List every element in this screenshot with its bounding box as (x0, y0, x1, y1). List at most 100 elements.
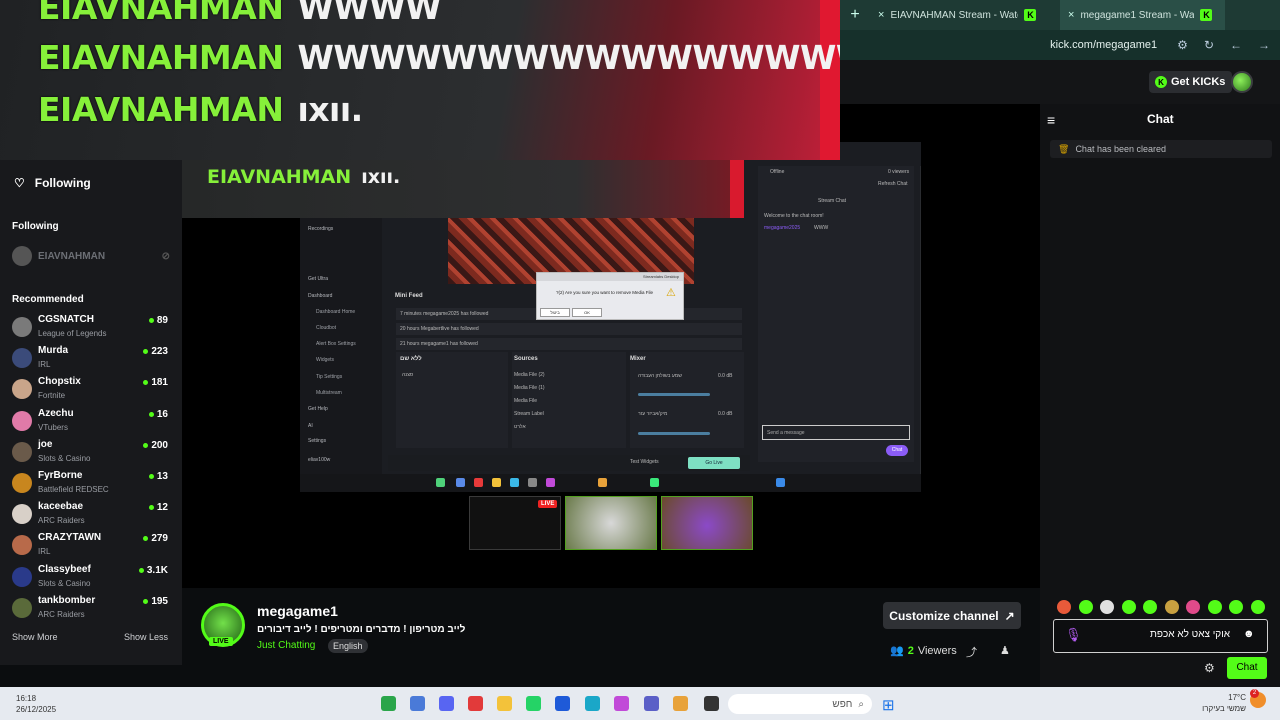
channel-name: Azechu (38, 407, 74, 419)
streamlabs-icon[interactable] (381, 696, 396, 711)
stream-thumbnail[interactable] (565, 496, 657, 550)
sources-title: Sources (514, 356, 538, 362)
send-chat-button[interactable]: Chat (1227, 657, 1267, 679)
back-icon[interactable]: ← (1230, 38, 1242, 52)
user-avatar[interactable] (1231, 71, 1253, 93)
emote-icon[interactable] (1057, 600, 1071, 614)
mixer-slider (638, 432, 710, 435)
language-tag[interactable]: English (328, 639, 368, 653)
follow-icon[interactable]: ♟ (1000, 644, 1010, 657)
taskbar-search[interactable]: חפש ⌕ (728, 694, 872, 714)
close-tab-icon[interactable]: × (1068, 9, 1074, 21)
category-link[interactable]: Just Chatting (257, 640, 315, 651)
tab-megagame1[interactable]: × megagame1 Stream - Watch Live on Kick … (1060, 0, 1225, 30)
channel-name: Classybeef (38, 563, 91, 575)
channel-name: EIAVNAHMAN (38, 250, 106, 262)
feed-time: 21 hours (400, 341, 420, 347)
whatsapp-icon[interactable] (526, 696, 541, 711)
recommended-channel[interactable]: Azechu VTubers 16 (12, 408, 170, 436)
file-explorer-icon[interactable] (497, 696, 512, 711)
search-icon: ⌕ (858, 698, 864, 710)
collapse-chat-icon[interactable]: ≡ (1047, 112, 1055, 128)
chat-cleared-notice: 🗑 Chat has been cleared (1050, 140, 1272, 158)
kicks-coin-icon: K (1155, 76, 1167, 88)
dialog-title: Streamlabs Desktop (537, 273, 683, 281)
channel-name: CGSNATCH (38, 314, 94, 325)
following-nav-item[interactable]: ♡ Following (14, 176, 91, 190)
recommended-channel[interactable]: joe Slots & Casino 200 (12, 439, 170, 467)
chrome-profile-icon[interactable] (410, 696, 425, 711)
live-dot-icon (143, 536, 149, 542)
channel-category: Slots & Casino (38, 578, 91, 588)
weather-desc: שמשי בעיקרו (1202, 704, 1246, 713)
kick-favicon-icon: K (1200, 9, 1213, 21)
following-label: Following (34, 176, 91, 190)
recommended-channel[interactable]: Murda IRL 223 (12, 345, 170, 373)
channel-name: Murda (38, 345, 68, 357)
tab-title: EIAVNAHMAN Stream - Watch Live on Kick (890, 9, 1018, 21)
show-less-button[interactable]: Show Less (124, 632, 168, 642)
share-icon[interactable]: ⤴ (966, 644, 977, 660)
get-kicks-button[interactable]: K Get KICKs (1149, 71, 1233, 93)
tab-eiavnahman[interactable]: × EIAVNAHMAN Stream - Watch Live on Kick… (870, 0, 1060, 30)
viewers-number: 2 (907, 644, 914, 657)
emote-icon[interactable] (1207, 600, 1222, 614)
weather-widget[interactable]: 17°C שמשי בעיקרו (1200, 692, 1246, 714)
chat-title: Chat (1147, 112, 1174, 126)
live-dot-icon (148, 411, 154, 417)
viewer-count: 16 (148, 409, 168, 420)
emote-icon[interactable] (1121, 600, 1136, 614)
show-more-button[interactable]: Show More (12, 632, 58, 642)
recommended-channel[interactable]: CRAZYTAWN IRL 279 (12, 532, 170, 560)
viewers-number: 195 (151, 595, 168, 607)
terminal-icon[interactable] (704, 696, 719, 711)
emote-icon[interactable] (1078, 600, 1093, 614)
obs-nav-settings: Settings (308, 438, 327, 444)
chat-settings-icon[interactable]: ⚙ (1204, 661, 1215, 675)
new-tab-button[interactable]: + (840, 6, 870, 24)
emote-icon[interactable] (1229, 600, 1243, 614)
copilot-icon[interactable] (614, 696, 629, 711)
channel-category: ARC Raiders (38, 516, 85, 526)
overlay-message: EIAVNAHMAN WWWW (38, 0, 442, 27)
channel-category: League of Legends (38, 329, 107, 338)
emote-icon[interactable] (1164, 600, 1179, 614)
reload-icon[interactable]: ↻ (1204, 38, 1214, 52)
channel-category: IRL (38, 547, 51, 557)
emote-icon[interactable] (1250, 600, 1265, 614)
channel-name[interactable]: megagame1 (257, 603, 338, 619)
viewer-count: 181 (143, 377, 168, 388)
recommended-channel[interactable]: kaceebae ARC Raiders 12 (12, 501, 170, 529)
emote-icon[interactable] (1143, 600, 1157, 614)
edge-icon[interactable] (585, 696, 600, 711)
url-field[interactable]: kick.com/megagame1 (1050, 39, 1157, 51)
forward-icon[interactable]: → (1258, 38, 1270, 52)
teams-icon[interactable] (644, 696, 659, 711)
feed-row: 20 hours Megabertlive has followed (396, 323, 742, 335)
viewer-count: 195 (143, 596, 168, 607)
customize-channel-button[interactable]: Customize channel ↗ (883, 602, 1021, 629)
chrome-icon[interactable] (673, 696, 688, 711)
windows-start-icon[interactable]: ⊞ (882, 696, 895, 714)
following-channel[interactable]: EIAVNAHMAN ⊘ (12, 246, 170, 266)
viewers-number: 223 (151, 346, 168, 358)
microphone-icon[interactable]: 🎙 (1065, 627, 1082, 643)
close-tab-icon[interactable]: × (878, 9, 884, 21)
overlay-username: EIAVNAHMAN (38, 0, 284, 27)
obs-nav-get-ultra: Get Ultra (308, 276, 329, 282)
mixer-channel-name: מיק/אביזר עזר (638, 411, 668, 417)
recommended-channel[interactable]: Chopstix Fortnite 181 (12, 376, 170, 404)
discord-icon[interactable] (439, 696, 454, 711)
dialog-text: ?(2) Are you sure you want to remove Med… (556, 290, 654, 295)
emote-icon[interactable] (1100, 600, 1114, 614)
recommended-channel[interactable]: CGSNATCH League of Legends 89 (12, 314, 170, 342)
stream-thumbnail[interactable] (661, 496, 753, 550)
site-settings-icon[interactable]: ⚙ (1177, 38, 1188, 52)
office-icon[interactable] (468, 696, 483, 711)
recommended-channel[interactable]: tankbomber ARC Raiders 195 (12, 595, 170, 623)
store-icon[interactable] (555, 696, 570, 711)
emoji-icon[interactable]: ☻ (1243, 628, 1255, 640)
emote-icon[interactable] (1186, 600, 1200, 614)
recommended-channel[interactable]: Classybeef Slots & Casino 3.1K (12, 564, 170, 592)
recommended-channel[interactable]: FyrBorne Battlefield REDSEC 13 (12, 470, 170, 498)
